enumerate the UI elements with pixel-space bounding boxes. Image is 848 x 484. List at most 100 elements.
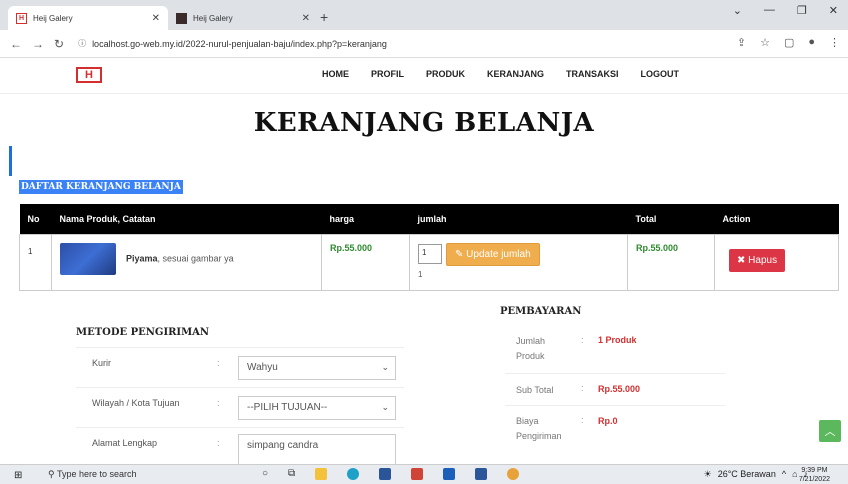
cortana-icon[interactable]: ○	[262, 468, 268, 480]
shipping-row-courier: Kurir : Wahyu ⌄	[76, 347, 404, 387]
new-tab-icon[interactable]: +	[320, 9, 328, 25]
destination-select[interactable]: --PILIH TUJUAN-- ⌄	[238, 396, 396, 420]
search-placeholder: Type here to search	[56, 469, 137, 479]
menu-item-produk[interactable]: PRODUK	[426, 69, 465, 79]
bookmark-star-icon[interactable]: ☆	[760, 36, 770, 49]
column-header: No	[19, 204, 52, 234]
menu-dots-icon[interactable]: ⋮	[829, 36, 840, 49]
edge-icon[interactable]	[347, 468, 360, 480]
product-note: , sesuai gambar ya	[157, 252, 234, 263]
site-navbar: H HOME PROFIL PRODUK KERANJANG TRANSAKSI…	[0, 58, 848, 94]
menu-item-home[interactable]: HOME	[322, 69, 349, 79]
url-text: localhost.go-web.my.id/2022-nurul-penjua…	[92, 38, 387, 49]
windows-start-icon[interactable]: ⊞	[14, 470, 22, 481]
field-label: Wilayah / Kota Tujuan	[92, 398, 180, 408]
courier-select[interactable]: Wahyu ⌄	[238, 356, 396, 380]
field-colon: :	[217, 438, 220, 448]
field-colon: :	[581, 335, 584, 345]
chevron-up-icon[interactable]: ^	[782, 469, 786, 480]
clock-time: 9:39 PM	[801, 467, 828, 474]
chevron-up-icon: ︿	[824, 426, 836, 438]
reload-icon[interactable]: ↻	[54, 37, 64, 51]
field-colon: :	[581, 383, 584, 393]
mail-icon[interactable]	[443, 468, 456, 480]
chrome-icon[interactable]	[507, 468, 520, 480]
menu-item-logout[interactable]: LOGOUT	[641, 69, 680, 79]
restore-icon[interactable]: ❐	[797, 4, 807, 17]
column-header: Nama Produk, Catatan	[51, 204, 322, 234]
search-icon: ⚲	[48, 469, 57, 479]
share-icon[interactable]: ⇪	[737, 36, 746, 49]
address-value: simpang candra	[247, 440, 319, 451]
courier-value: Wahyu	[247, 362, 278, 373]
price-cell: Rp.55.000	[321, 233, 410, 291]
weather-text[interactable]: 26°C Berawan	[718, 469, 776, 480]
minimize-icon[interactable]: —	[764, 4, 775, 17]
payment-row-subtotal: Sub Total : Rp.55.000	[505, 373, 725, 405]
back-icon[interactable]: ←	[10, 37, 22, 51]
menu-item-keranjang[interactable]: KERANJANG	[487, 69, 544, 79]
delete-button[interactable]: ✖ Hapus	[729, 248, 786, 272]
app-icon[interactable]	[411, 468, 424, 480]
column-header: Action	[714, 204, 839, 234]
menu-item-profil[interactable]: PROFIL	[371, 69, 404, 79]
quantity-text: 1	[418, 269, 423, 279]
main-menu: HOME PROFIL PRODUK KERANJANG TRANSAKSI L…	[322, 69, 701, 79]
scroll-to-top-button[interactable]: ︿	[819, 420, 841, 442]
forward-icon[interactable]: →	[32, 37, 44, 51]
update-quantity-button[interactable]: ✎ Update jumlah	[446, 242, 540, 266]
task-view-icon[interactable]: ⧉	[288, 468, 295, 480]
site-favicon-icon	[176, 12, 187, 24]
close-tab-icon[interactable]: ✕	[302, 13, 310, 24]
update-button-label: Update jumlah	[466, 248, 531, 260]
shipping-row-address: Alamat Lengkap : simpang candra	[76, 427, 404, 465]
browser-tab-active[interactable]: H Heij Galery ✕	[8, 6, 168, 30]
close-icon[interactable]: ✕	[829, 4, 838, 17]
column-header: jumlah	[409, 204, 628, 234]
field-label: Alamat Lengkap	[92, 438, 158, 448]
column-header: Total	[627, 204, 715, 234]
browser-tab-bar: H Heij Galery ✕ Heij Galery ✕ + ⌄ — ❐ ✕	[0, 0, 848, 30]
page-title: KERANJANG BELANJA	[253, 108, 595, 138]
system-tray: ☀ 26°C Berawan ^ ⌂ ♪	[704, 469, 808, 480]
site-logo[interactable]: H	[76, 67, 102, 83]
edit-icon: ✎	[455, 248, 467, 260]
chevron-down-icon[interactable]: ⌄	[733, 4, 742, 17]
cart-table: No Nama Produk, Catatan harga jumlah Tot…	[19, 204, 839, 291]
address-bar: ← → ↻ ⓘ localhost.go-web.my.id/2022-nuru…	[0, 30, 848, 58]
url-field[interactable]: ⓘ localhost.go-web.my.id/2022-nurul-penj…	[78, 38, 387, 49]
close-icon: ✖	[737, 254, 749, 266]
address-textarea[interactable]: simpang candra	[238, 434, 396, 465]
tab-title: Heij Galery	[193, 13, 233, 23]
sidebar-icon[interactable]: ▢	[784, 36, 794, 49]
product-name[interactable]: Piyama	[126, 253, 158, 263]
browser-actions: ⇪ ☆ ▢ ● ⋮	[737, 36, 840, 49]
store-icon[interactable]	[379, 468, 392, 480]
payment-label: Sub Total	[516, 385, 554, 395]
product-cell: Piyama, sesuai gambar ya	[51, 233, 322, 291]
field-colon: :	[581, 415, 584, 425]
word-icon[interactable]	[475, 468, 488, 480]
field-label: Kurir	[92, 358, 112, 368]
window-controls: ⌄ — ❐ ✕	[733, 4, 848, 17]
browser-tab-inactive[interactable]: Heij Galery ✕	[168, 6, 318, 30]
menu-item-transaksi[interactable]: TRANSAKSI	[566, 69, 619, 79]
taskbar-clock[interactable]: 9:39 PM 7/21/2022	[799, 466, 830, 484]
product-thumbnail	[60, 242, 116, 275]
file-explorer-icon[interactable]	[315, 468, 328, 480]
taskbar-apps: ○ ⧉	[262, 468, 520, 480]
payment-value: Rp.0	[598, 416, 618, 426]
taskbar-search[interactable]: ⚲ Type here to search	[48, 469, 136, 480]
quantity-cell: 1 ✎ Update jumlah 1	[409, 233, 628, 291]
destination-value: --PILIH TUJUAN--	[247, 402, 328, 413]
shipping-title: METODE PENGIRIMAN	[76, 327, 210, 338]
profile-icon[interactable]: ●	[808, 36, 815, 49]
info-icon[interactable]: ⓘ	[78, 38, 86, 49]
payment-row-product-count: Jumlah Produk : 1 Produk	[505, 326, 725, 373]
payment-label: Biaya Pengiriman	[516, 416, 562, 441]
tab-title: Heij Galery	[33, 13, 73, 23]
quantity-input[interactable]: 1	[418, 244, 442, 264]
text-cursor-marker	[9, 146, 12, 176]
close-tab-icon[interactable]: ✕	[152, 13, 160, 24]
network-icon[interactable]: ⌂	[792, 469, 797, 480]
